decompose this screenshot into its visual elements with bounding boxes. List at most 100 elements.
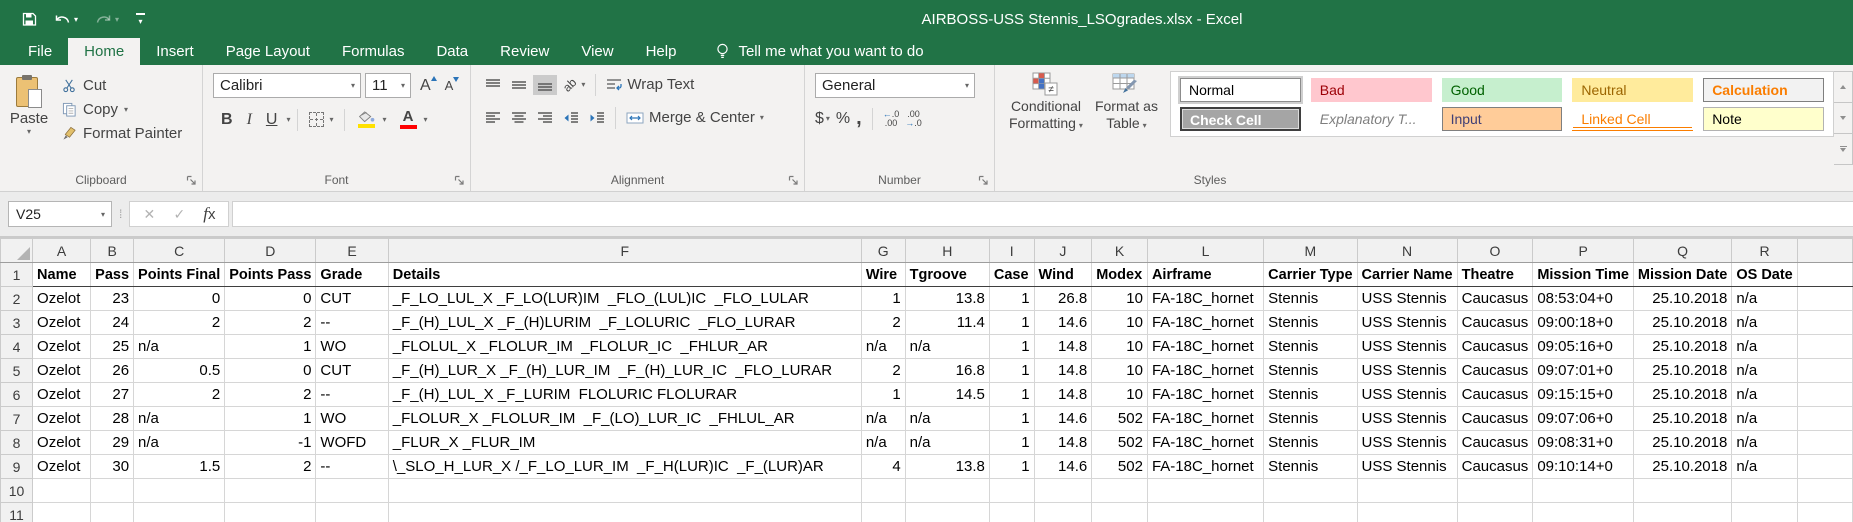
insert-function-button[interactable]: fx: [194, 204, 224, 224]
cell-M3[interactable]: Stennis: [1264, 311, 1357, 335]
redo-button[interactable]: ▾: [95, 13, 119, 26]
gallery-scroll-up-button[interactable]: [1834, 72, 1852, 103]
column-header-N[interactable]: N: [1357, 239, 1457, 263]
cell-M4[interactable]: Stennis: [1264, 335, 1357, 359]
increase-decimal-button[interactable]: ←.0 .00: [883, 110, 900, 128]
cell-P3[interactable]: 09:00:18+0: [1533, 311, 1634, 335]
cell-P2[interactable]: 08:53:04+0: [1533, 287, 1634, 311]
column-header-Q[interactable]: Q: [1633, 239, 1731, 263]
cell-C8[interactable]: n/a: [134, 431, 225, 455]
cell-X1[interactable]: [1797, 263, 1852, 287]
cell-Q10[interactable]: [1633, 479, 1731, 503]
cell-B4[interactable]: 25: [91, 335, 134, 359]
cell-K9[interactable]: 502: [1092, 455, 1148, 479]
cell-N3[interactable]: USS Stennis: [1357, 311, 1457, 335]
cell-G2[interactable]: 1: [861, 287, 905, 311]
align-center-button[interactable]: [507, 108, 531, 128]
tell-me-box[interactable]: Tell me what you want to do: [716, 38, 923, 65]
name-box[interactable]: V25 ▾: [8, 201, 112, 227]
cell-A1[interactable]: Name: [33, 263, 91, 287]
cell-B10[interactable]: [91, 479, 134, 503]
row-header-5[interactable]: 5: [1, 359, 33, 383]
cell-X10[interactable]: [1797, 479, 1852, 503]
cell-D2[interactable]: 0: [225, 287, 316, 311]
cell-J8[interactable]: 14.8: [1034, 431, 1092, 455]
cell-J2[interactable]: 26.8: [1034, 287, 1092, 311]
select-all-corner[interactable]: [1, 239, 33, 263]
cell-H6[interactable]: 14.5: [905, 383, 989, 407]
row-header-6[interactable]: 6: [1, 383, 33, 407]
column-header-J[interactable]: J: [1034, 239, 1092, 263]
cell-C2[interactable]: 0: [134, 287, 225, 311]
cell-N11[interactable]: [1357, 503, 1457, 522]
cell-P8[interactable]: 09:08:31+0: [1533, 431, 1634, 455]
cell-X9[interactable]: [1797, 455, 1852, 479]
cell-E6[interactable]: --: [316, 383, 388, 407]
cell-A6[interactable]: Ozelot: [33, 383, 91, 407]
cell-F8[interactable]: _FLUR_X _FLUR_IM: [388, 431, 861, 455]
paste-button[interactable]: Paste ▾: [0, 73, 58, 143]
decrease-font-size-button[interactable]: A: [440, 75, 459, 97]
cell-I11[interactable]: [989, 503, 1034, 522]
cell-K3[interactable]: 10: [1092, 311, 1148, 335]
cell-B9[interactable]: 30: [91, 455, 134, 479]
cell-A8[interactable]: Ozelot: [33, 431, 91, 455]
cell-H9[interactable]: 13.8: [905, 455, 989, 479]
cell-M10[interactable]: [1264, 479, 1357, 503]
cell-B6[interactable]: 27: [91, 383, 134, 407]
cell-B5[interactable]: 26: [91, 359, 134, 383]
cell-O1[interactable]: Theatre: [1457, 263, 1533, 287]
accounting-format-button[interactable]: $▾: [815, 110, 830, 128]
cell-F9[interactable]: \_SLO_H_LUR_X /_F_LO_LUR_IM _F_H(LUR)IC …: [388, 455, 861, 479]
cell-R11[interactable]: [1732, 503, 1797, 522]
cell-Q11[interactable]: [1633, 503, 1731, 522]
row-header-8[interactable]: 8: [1, 431, 33, 455]
cell-H10[interactable]: [905, 479, 989, 503]
cell-D10[interactable]: [225, 479, 316, 503]
cell-E2[interactable]: CUT: [316, 287, 388, 311]
cell-G10[interactable]: [861, 479, 905, 503]
increase-font-size-button[interactable]: A: [415, 75, 436, 97]
cell-D7[interactable]: 1: [225, 407, 316, 431]
column-header-overflow[interactable]: [1797, 239, 1852, 263]
cell-E8[interactable]: WOFD: [316, 431, 388, 455]
copy-button[interactable]: Copy ▾: [62, 99, 182, 119]
cell-O9[interactable]: Caucasus: [1457, 455, 1533, 479]
cell-D1[interactable]: Points Pass: [225, 263, 316, 287]
cut-button[interactable]: Cut: [62, 75, 182, 95]
cell-L5[interactable]: FA-18C_hornet: [1147, 359, 1263, 383]
cell-H5[interactable]: 16.8: [905, 359, 989, 383]
cell-E1[interactable]: Grade: [316, 263, 388, 287]
cell-M8[interactable]: Stennis: [1264, 431, 1357, 455]
cell-Q6[interactable]: 25.10.2018: [1633, 383, 1731, 407]
cell-P6[interactable]: 09:15:15+0: [1533, 383, 1634, 407]
cell-J7[interactable]: 14.6: [1034, 407, 1092, 431]
cell-G7[interactable]: n/a: [861, 407, 905, 431]
increase-indent-button[interactable]: [585, 108, 609, 128]
cell-E11[interactable]: [316, 503, 388, 522]
cell-O6[interactable]: Caucasus: [1457, 383, 1533, 407]
cell-C10[interactable]: [134, 479, 225, 503]
cancel-icon[interactable]: ✕: [134, 206, 164, 223]
cell-F4[interactable]: _FLOLUL_X _FLOLUR_IM _FLOLUR_IC _FHLUR_A…: [388, 335, 861, 359]
cell-A4[interactable]: Ozelot: [33, 335, 91, 359]
cell-Q5[interactable]: 25.10.2018: [1633, 359, 1731, 383]
cell-A9[interactable]: Ozelot: [33, 455, 91, 479]
cell-X6[interactable]: [1797, 383, 1852, 407]
bold-button[interactable]: B: [215, 110, 239, 130]
column-header-A[interactable]: A: [33, 239, 91, 263]
column-header-H[interactable]: H: [905, 239, 989, 263]
cell-M6[interactable]: Stennis: [1264, 383, 1357, 407]
cell-style-explanatory[interactable]: Explanatory T...: [1311, 107, 1432, 131]
cell-I8[interactable]: 1: [989, 431, 1034, 455]
cell-R1[interactable]: OS Date: [1732, 263, 1797, 287]
fill-color-button[interactable]: ▾: [352, 108, 390, 131]
cell-X4[interactable]: [1797, 335, 1852, 359]
tab-data[interactable]: Data: [420, 38, 484, 65]
cell-K10[interactable]: [1092, 479, 1148, 503]
cell-E10[interactable]: [316, 479, 388, 503]
cell-C11[interactable]: [134, 503, 225, 522]
cell-F2[interactable]: _F_LO_LUL_X _F_LO(LUR)IM _FLO_(LUL)IC _F…: [388, 287, 861, 311]
gallery-more-button[interactable]: [1834, 134, 1852, 164]
cell-L8[interactable]: FA-18C_hornet: [1147, 431, 1263, 455]
